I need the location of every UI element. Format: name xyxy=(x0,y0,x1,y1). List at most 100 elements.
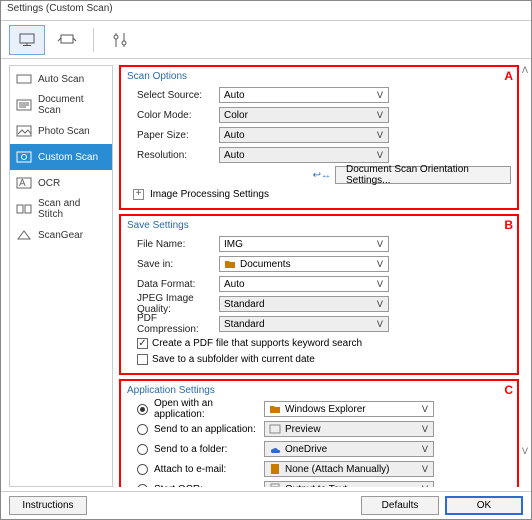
sidebar-item-scangear[interactable]: ScanGear xyxy=(10,222,112,248)
document-scan-icon xyxy=(16,98,32,112)
jpeg-quality-label: JPEG Image Quality: xyxy=(127,293,219,315)
toolbar-scan-from-computer-icon[interactable] xyxy=(9,25,45,55)
data-format-label: Data Format: xyxy=(127,279,219,290)
folder-icon xyxy=(224,258,236,270)
select-source-label: Select Source: xyxy=(127,90,219,101)
sidebar-item-auto-scan[interactable]: Auto Scan xyxy=(10,66,112,92)
chevron-down-icon: ᐯ xyxy=(374,90,386,101)
sidebar-item-label: Document Scan xyxy=(38,94,106,116)
chevron-down-icon: ᐯ xyxy=(419,444,431,455)
sidebar-item-custom-scan[interactable]: Custom Scan xyxy=(10,144,112,170)
expander-label: Image Processing Settings xyxy=(150,189,269,200)
keyword-search-checkbox[interactable]: ✓ xyxy=(137,338,148,349)
resolution-combo[interactable]: Autoᐯ xyxy=(219,147,389,163)
start-ocr-label: Start OCR: xyxy=(154,484,264,488)
sidebar-item-label: ScanGear xyxy=(38,230,83,241)
custom-scan-icon xyxy=(16,150,32,164)
attach-email-combo[interactable]: None (Attach Manually)ᐯ xyxy=(264,461,434,477)
photo-scan-icon xyxy=(16,124,32,138)
send-to-app-combo[interactable]: Previewᐯ xyxy=(264,421,434,437)
file-name-label: File Name: xyxy=(127,239,219,250)
window-title: Settings (Custom Scan) xyxy=(1,1,531,21)
save-in-label: Save in: xyxy=(127,259,219,270)
chevron-down-icon: ᐯ xyxy=(374,130,386,141)
send-to-folder-radio[interactable] xyxy=(137,444,148,455)
color-mode-label: Color Mode: xyxy=(127,110,219,121)
explorer-icon xyxy=(269,403,281,415)
data-format-combo[interactable]: Autoᐯ xyxy=(219,276,389,292)
sidebar-item-label: Auto Scan xyxy=(38,74,84,85)
keyword-search-label: Create a PDF file that supports keyword … xyxy=(152,338,362,349)
preview-icon xyxy=(269,423,281,435)
toolbar-scan-from-panel-icon[interactable] xyxy=(49,25,85,55)
attach-icon xyxy=(269,463,281,475)
sidebar-item-ocr[interactable]: A OCR xyxy=(10,170,112,196)
send-to-folder-combo[interactable]: OneDriveᐯ xyxy=(264,441,434,457)
output-text-icon xyxy=(269,483,281,487)
chevron-down-icon: ᐯ xyxy=(374,110,386,121)
annotation-a: A xyxy=(504,69,513,83)
instructions-button[interactable]: Instructions xyxy=(9,496,87,515)
scan-options-title: Scan Options xyxy=(127,71,511,82)
jpeg-quality-combo[interactable]: Standardᐯ xyxy=(219,296,389,312)
sidebar-item-label: Photo Scan xyxy=(38,126,90,137)
chevron-down-icon: ᐯ xyxy=(374,259,386,270)
attach-email-label: Attach to e-mail: xyxy=(154,464,264,475)
start-ocr-radio[interactable] xyxy=(137,484,148,488)
chevron-down-icon: ᐯ xyxy=(419,424,431,435)
send-to-app-radio[interactable] xyxy=(137,424,148,435)
chevron-down-icon: ᐯ xyxy=(419,404,431,415)
sidebar-item-label: Scan and Stitch xyxy=(38,198,106,220)
section-application-settings: C Application Settings Open with an appl… xyxy=(119,379,519,487)
chevron-down-icon: ᐯ xyxy=(374,239,386,250)
toolbar xyxy=(1,21,531,59)
settings-window: Settings (Custom Scan) Auto Scan Documen… xyxy=(0,0,532,520)
section-scan-options: A Scan Options Select Source: Autoᐯ Colo… xyxy=(119,65,519,210)
subfolder-date-label: Save to a subfolder with current date xyxy=(152,354,315,365)
chevron-down-icon: ᐯ xyxy=(419,484,431,488)
auto-scan-icon xyxy=(16,72,32,86)
pdf-compression-combo[interactable]: Standardᐯ xyxy=(219,316,389,332)
open-with-app-radio[interactable] xyxy=(137,404,148,415)
section-save-settings: B Save Settings File Name: IMGᐯ Save in:… xyxy=(119,214,519,375)
dialog-body: Auto Scan Document Scan Photo Scan Custo… xyxy=(1,59,531,491)
resolution-label: Resolution: xyxy=(127,150,219,161)
sidebar-item-document-scan[interactable]: Document Scan xyxy=(10,92,112,118)
file-name-combo[interactable]: IMGᐯ xyxy=(219,236,389,252)
defaults-button[interactable]: Defaults xyxy=(361,496,439,515)
sidebar-item-label: OCR xyxy=(38,178,60,189)
open-with-app-combo[interactable]: Windows Explorerᐯ xyxy=(264,401,434,417)
chevron-down-icon: ᐯ xyxy=(374,150,386,161)
footer: Instructions Defaults OK xyxy=(1,491,531,519)
color-mode-combo[interactable]: Colorᐯ xyxy=(219,107,389,123)
main-panel: A Scan Options Select Source: Autoᐯ Colo… xyxy=(119,65,523,487)
onedrive-icon xyxy=(269,443,281,455)
sidebar-item-photo-scan[interactable]: Photo Scan xyxy=(10,118,112,144)
ocr-icon: A xyxy=(16,176,32,190)
start-ocr-combo[interactable]: Output to Textᐯ xyxy=(264,481,434,487)
scangear-icon xyxy=(16,228,32,242)
chevron-down-icon: ᐯ xyxy=(374,299,386,310)
save-in-combo[interactable]: Documentsᐯ xyxy=(219,256,389,272)
sidebar: Auto Scan Document Scan Photo Scan Custo… xyxy=(9,65,113,487)
orientation-settings-button[interactable]: Document Scan Orientation Settings... xyxy=(335,166,511,184)
sidebar-item-scan-and-stitch[interactable]: Scan and Stitch xyxy=(10,196,112,222)
chevron-down-icon: ᐯ xyxy=(419,464,431,475)
toolbar-divider xyxy=(93,28,94,52)
chevron-down-icon: ᐯ xyxy=(374,319,386,330)
subfolder-date-checkbox[interactable] xyxy=(137,354,148,365)
stitch-icon xyxy=(16,202,32,216)
annotation-c: C xyxy=(504,383,513,397)
pdf-compression-label: PDF Compression: xyxy=(127,313,219,335)
paper-size-combo[interactable]: Autoᐯ xyxy=(219,127,389,143)
send-to-app-label: Send to an application: xyxy=(154,424,264,435)
ok-button[interactable]: OK xyxy=(445,496,523,515)
image-processing-expander[interactable]: + Image Processing Settings xyxy=(127,186,511,202)
svg-text:A: A xyxy=(19,178,26,189)
attach-email-radio[interactable] xyxy=(137,464,148,475)
paper-size-label: Paper Size: xyxy=(127,130,219,141)
expander-plus-icon: + xyxy=(133,189,144,200)
select-source-combo[interactable]: Autoᐯ xyxy=(219,87,389,103)
toolbar-general-settings-icon[interactable] xyxy=(102,25,138,55)
orientation-arrow-icon: ↩↔ xyxy=(313,170,331,181)
